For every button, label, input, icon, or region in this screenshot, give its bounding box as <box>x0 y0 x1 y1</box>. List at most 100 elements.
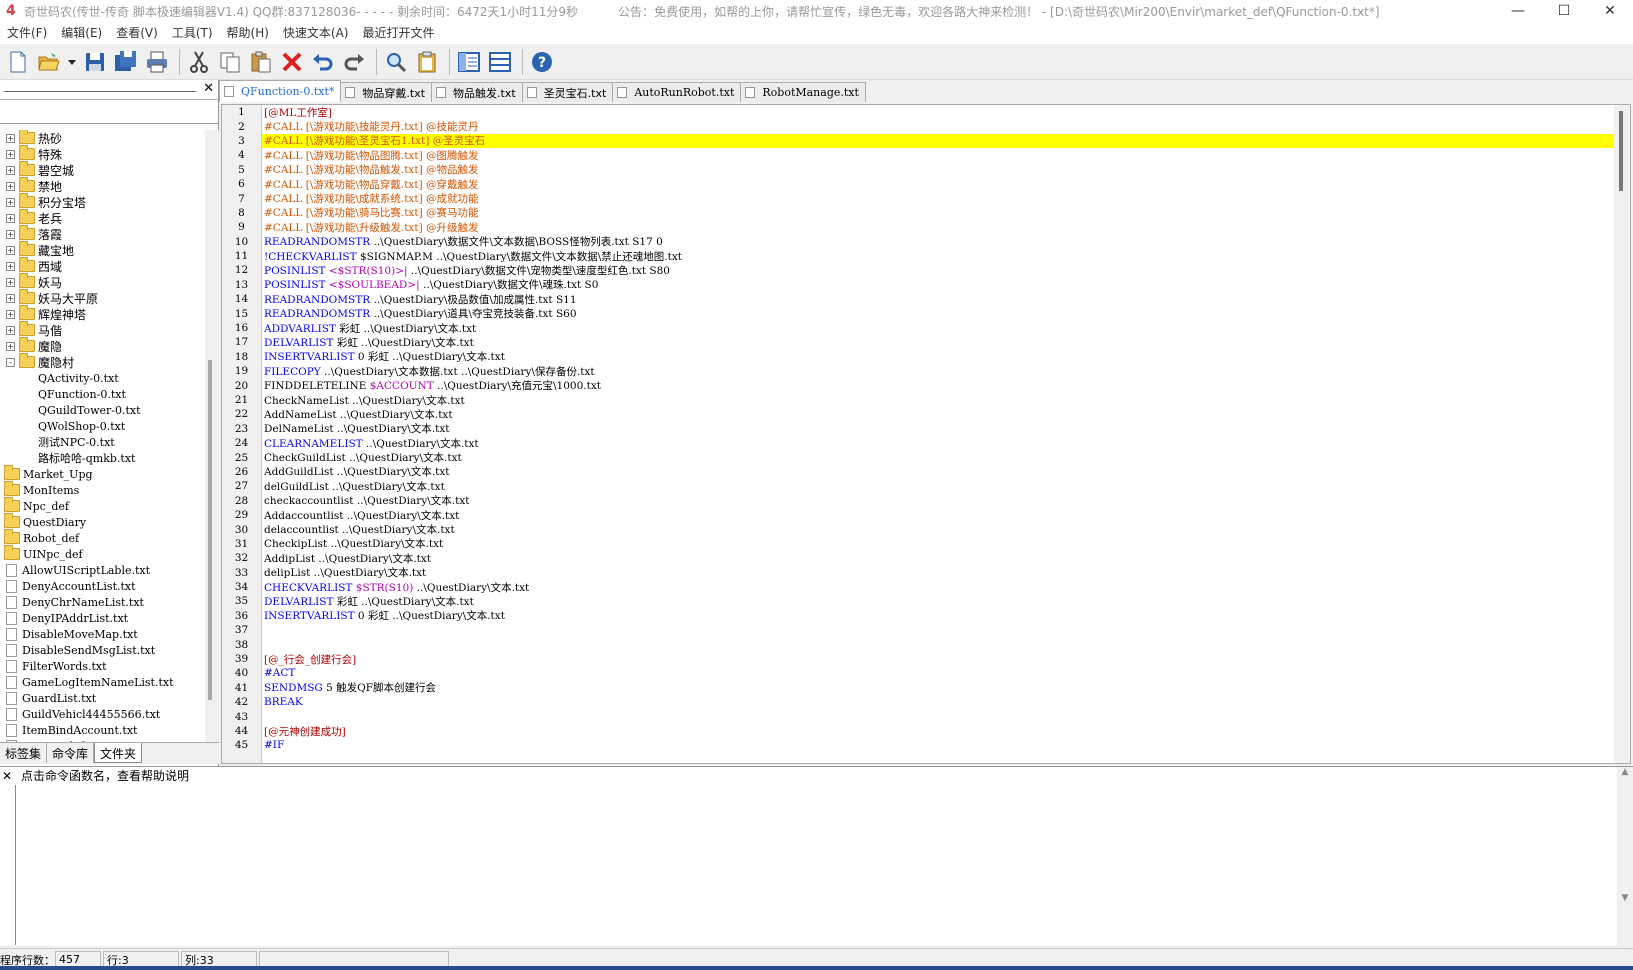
code-line[interactable]: 45 #IF <box>222 738 1614 753</box>
tree-file[interactable]: DenyIPAddrList.txt <box>0 610 205 626</box>
code-line[interactable]: 37 <box>222 623 1614 638</box>
tree-file[interactable]: QGuildTower-0.txt <box>0 402 205 418</box>
tree-folder[interactable]: + 禁地 <box>0 177 205 194</box>
tree-folder[interactable]: Market_Upg <box>0 465 205 482</box>
code-line[interactable]: 18 INSERTVARLIST 0 彩虹 ..\QuestDiary\文本.tx… <box>222 349 1614 365</box>
code-line[interactable]: 35 DELVARLIST 彩虹 ..\QuestDiary\文本.txt <box>222 594 1614 609</box>
code-line[interactable]: 10 READRANDOMSTR ..\QuestDiary\数据文件\文本数据\… <box>222 234 1614 249</box>
paste-icon[interactable] <box>247 48 275 76</box>
tree-folder[interactable]: UINpc_def <box>0 545 205 562</box>
editor-tab[interactable]: AutoRunRobot.txt <box>612 82 742 102</box>
code-line[interactable]: 25 CheckGuildList ..\QuestDiary\文本.txt <box>222 450 1614 465</box>
tab-command-library[interactable]: 命令库 <box>47 743 95 763</box>
menu-tools[interactable]: 工具(T) <box>165 22 220 44</box>
tree-file[interactable]: DenyChrNameList.txt <box>0 594 205 610</box>
code-line[interactable]: 6 #CALL [\游戏功能\物品穿戴.txt] @穿戴触发 <box>222 176 1614 192</box>
tree-folder[interactable]: + 魔隐 <box>0 337 205 354</box>
tree-folder[interactable]: + 热砂 <box>0 130 205 146</box>
expand-icon[interactable]: + <box>6 341 15 351</box>
code-line[interactable]: 32 AddipList ..\QuestDiary\文本.txt <box>222 551 1614 566</box>
code-editor[interactable]: 1 [@ML工作室] 2 #CALL [\游戏功能\技能灵丹.txt] @技能灵丹 3 #… <box>221 104 1631 764</box>
close-icon[interactable]: ✕ <box>203 81 214 96</box>
code-line[interactable]: 13 POSINLIST <$SOULBEAD>| ..\QuestDiary\数… <box>222 277 1614 293</box>
tree-folder[interactable]: + 落霞 <box>0 225 205 242</box>
code-line[interactable]: 8 #CALL [\游戏功能\骑马比赛.txt] @赛马功能 <box>222 205 1614 221</box>
code-line[interactable]: 20 FINDDELETELINE $ACCOUNT ..\QuestDiary\… <box>222 378 1614 393</box>
cut-icon[interactable] <box>185 48 213 76</box>
undo-icon[interactable] <box>309 48 337 76</box>
collapse-icon[interactable]: - <box>6 357 15 367</box>
expand-icon[interactable]: + <box>6 293 15 303</box>
tree-folder[interactable]: + 藏宝地 <box>0 241 205 258</box>
minimize-button[interactable]: — <box>1495 0 1541 22</box>
help-icon[interactable]: ? <box>528 48 556 76</box>
menu-edit[interactable]: 编辑(E) <box>54 22 109 44</box>
tree-folder[interactable]: + 碧空城 <box>0 161 205 178</box>
menu-recent-files[interactable]: 最近打开文件 <box>355 22 441 44</box>
code-line[interactable]: 16 ADDVARLIST 彩虹 ..\QuestDiary\文本.txt <box>222 320 1614 336</box>
tree-file[interactable]: GameLogItemNameList.txt <box>0 674 205 690</box>
code-line[interactable]: 22 AddNameList ..\QuestDiary\文本.txt <box>222 407 1614 422</box>
code-line[interactable]: 40 #ACT <box>222 666 1614 681</box>
tree-file[interactable]: DisableSendMsgList.txt <box>0 642 205 658</box>
scroll-up-icon[interactable]: ▲ <box>1617 767 1633 777</box>
tree-folder[interactable]: + 妖马 <box>0 273 205 290</box>
tree-folder[interactable]: Npc_def <box>0 497 205 514</box>
code-line[interactable]: 44 [@元神创建成功] <box>222 723 1614 739</box>
tree-file[interactable]: QActivity-0.txt <box>0 370 205 386</box>
print-icon[interactable] <box>143 48 171 76</box>
code-line[interactable]: 9 #CALL [\游戏功能\升级触发.txt] @升级触发 <box>222 220 1614 235</box>
tree-file[interactable]: DenyAccountList.txt <box>0 578 205 594</box>
code-line[interactable]: 19 FILECOPY ..\QuestDiary\文本数据.txt ..\Que… <box>222 364 1614 379</box>
code-line[interactable]: 43 <box>222 709 1614 724</box>
code-line[interactable]: 41 SENDMSG 5 触发QF脚本创建行会 <box>222 680 1614 696</box>
tree-folder[interactable]: MonItems <box>0 481 205 498</box>
tree-folder[interactable]: + 特殊 <box>0 145 205 162</box>
scrollbar-thumb[interactable] <box>208 360 212 700</box>
copy-icon[interactable] <box>216 48 244 76</box>
code-line[interactable]: 34 CHECKVARLIST $STR(S10) ..\QuestDiary\文… <box>222 579 1614 595</box>
expand-icon[interactable]: + <box>6 149 15 159</box>
tree-folder[interactable]: + 妖马大平原 <box>0 289 205 306</box>
code-line[interactable]: 15 READRANDOMSTR ..\QuestDiary\道具\夺宝竞技装备.… <box>222 306 1614 321</box>
tree-file[interactable]: 测试NPC-0.txt <box>0 434 205 450</box>
code-line[interactable]: 27 delGuildList ..\QuestDiary\文本.txt <box>222 479 1614 494</box>
tree-path-input[interactable] <box>0 102 218 124</box>
code-line[interactable]: 2 #CALL [\游戏功能\技能灵丹.txt] @技能灵丹 <box>222 119 1614 134</box>
expand-icon[interactable]: + <box>6 197 15 207</box>
save-icon[interactable] <box>81 48 109 76</box>
tree-file[interactable]: QFunction-0.txt <box>0 386 205 402</box>
code-line[interactable]: 42 BREAK <box>222 695 1614 710</box>
code-line[interactable]: 11 !CHECKVARLIST $SIGNMAP.M ..\QuestDiary… <box>222 248 1614 264</box>
code-line[interactable]: 38 <box>222 637 1614 652</box>
tree-file[interactable]: ItemBindAccount.txt <box>0 722 205 738</box>
new-file-icon[interactable] <box>4 48 32 76</box>
code-line[interactable]: 36 INSERTVARLIST 0 彩虹 ..\QuestDiary\文本.tx… <box>222 608 1614 624</box>
code-line[interactable]: 31 CheckipList ..\QuestDiary\文本.txt <box>222 536 1614 552</box>
scroll-down-icon[interactable]: ▼ <box>1617 893 1633 903</box>
code-line[interactable]: 7 #CALL [\游戏功能\成就系统.txt] @成就功能 <box>222 191 1614 206</box>
editor-tab[interactable]: 物品穿戴.txt <box>340 82 433 102</box>
code-line[interactable]: 14 READRANDOMSTR ..\QuestDiary\极品数值\加成属性.… <box>222 292 1614 307</box>
editor-tab[interactable]: 圣灵宝石.txt <box>521 82 614 102</box>
code-line[interactable]: 28 checkaccountlist ..\QuestDiary\文本.txt <box>222 493 1614 508</box>
tree-file[interactable]: DisableMoveMap.txt <box>0 626 205 642</box>
tree-file[interactable]: QWolShop-0.txt <box>0 418 205 434</box>
code-area[interactable]: 1 [@ML工作室] 2 #CALL [\游戏功能\技能灵丹.txt] @技能灵丹 3 #… <box>222 105 1614 753</box>
code-line[interactable]: 24 CLEARNAMELIST ..\QuestDiary\文本.txt <box>222 435 1614 451</box>
menu-file[interactable]: 文件(F) <box>0 22 54 44</box>
tree-folder[interactable]: + 积分宝塔 <box>0 193 205 210</box>
code-line[interactable]: 21 CheckNameList ..\QuestDiary\文本.txt <box>222 392 1614 408</box>
dropdown-arrow-icon[interactable] <box>66 48 78 76</box>
tree-folder[interactable]: QuestDiary <box>0 513 205 530</box>
view-list-icon[interactable] <box>486 48 514 76</box>
tab-bookmarks[interactable]: 标签集 <box>0 743 48 763</box>
tab-folders[interactable]: 文件夹 <box>94 743 143 763</box>
editor-vertical-scrollbar[interactable] <box>1614 105 1630 763</box>
code-line[interactable]: 1 [@ML工作室] <box>222 105 1614 120</box>
code-line[interactable]: 12 POSINLIST <$STR(S10)>| ..\QuestDiary\数… <box>222 263 1614 278</box>
tree-folder[interactable]: + 马偕 <box>0 321 205 338</box>
find-icon[interactable] <box>382 48 410 76</box>
editor-tab[interactable]: QFunction-0.txt* <box>219 80 342 102</box>
expand-icon[interactable]: + <box>6 309 15 319</box>
